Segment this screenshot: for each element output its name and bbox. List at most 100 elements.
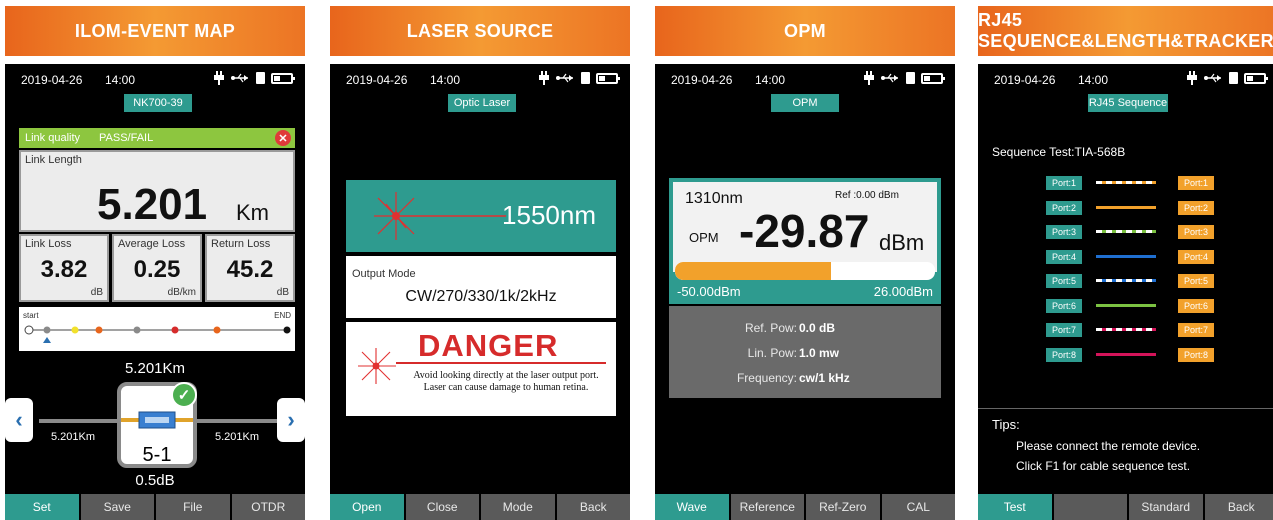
event-id: 5-1 (142, 444, 172, 466)
status-bar: 2019-04-26 14:00 (5, 64, 305, 92)
link-quality-bar: Link quality PASS/FAIL ✕ (19, 128, 295, 148)
softkey-bar: Wave Reference Ref-Zero CAL (655, 494, 955, 520)
event-marker (133, 326, 141, 334)
softkey-set[interactable]: Set (5, 494, 79, 520)
wire-2 (1096, 206, 1156, 209)
danger-message: Avoid looking directly at the laser outp… (413, 370, 599, 393)
status-date: 2019-04-26 (21, 73, 83, 87)
fiber-segment-left (39, 419, 119, 423)
softkey-back[interactable]: Back (1204, 494, 1273, 520)
output-mode-value: CW/270/330/1k/2kHz (405, 288, 557, 305)
sd-card-icon (906, 72, 915, 84)
reference-value: Ref :0.00 dBm (835, 190, 899, 201)
softkey-open[interactable]: Open (330, 494, 404, 520)
laser-wavelength-bar[interactable]: 1550nm (346, 180, 616, 252)
power-unit: dBm (879, 230, 925, 255)
softkey-close[interactable]: Close (405, 494, 479, 520)
event-marker (71, 326, 79, 334)
softkey-back[interactable]: Back (556, 494, 630, 520)
softkey-wave[interactable]: Wave (655, 494, 729, 520)
device-screen: 2019-04-26 14:00 RJ45 Sequence Sequence … (978, 64, 1273, 520)
cursor-marker-icon (43, 337, 51, 343)
softkey-mode[interactable]: Mode (481, 494, 555, 520)
near-port-8: Port:8 (1046, 348, 1082, 362)
event-map-graphic (24, 325, 291, 343)
fail-icon: ✕ (275, 130, 291, 146)
power-reading-display: 1310nm Ref :0.00 dBm OPM -29.87 dBm (673, 182, 937, 272)
event-map-strip[interactable]: start END (19, 307, 295, 351)
softkey-test[interactable]: Test (978, 494, 1052, 520)
average-loss-unit: dB/km (167, 287, 196, 298)
next-event-button[interactable]: › (277, 398, 305, 442)
softkey-reference[interactable]: Reference (730, 494, 804, 520)
far-port-6: Port:6 (1178, 299, 1214, 313)
softkey-save[interactable]: Save (80, 494, 154, 520)
range-max: 26.00dBm (873, 284, 933, 299)
device-screen: 2019-04-26 14:00 Optic Laser 1550nm Outp… (330, 64, 630, 520)
power-value: -29.87 (739, 205, 870, 257)
wire-4 (1096, 255, 1156, 258)
danger-title: DANGER (418, 328, 559, 363)
softkey-file[interactable]: File (156, 494, 230, 520)
panel-banner: RJ45 SEQUENCE&LENGTH&TRACKER (978, 6, 1273, 56)
link-quality-value: PASS/FAIL (99, 132, 154, 144)
screen-title-tag: NK700-39 (124, 94, 192, 112)
link-loss-label: Link Loss (25, 238, 72, 250)
event-marker (171, 326, 179, 334)
wire-8 (1096, 353, 1156, 356)
far-port-7: Port:7 (1178, 323, 1214, 337)
status-time: 14:00 (755, 73, 786, 87)
lin-pow-label: Lin. Pow: (747, 346, 797, 360)
event-map-panel: ILOM-EVENT MAP 2019-04-26 14:00 NK700-39… (5, 0, 305, 520)
panel-banner: LASER SOURCE (330, 6, 630, 56)
panel-banner: OPM (655, 6, 955, 56)
near-port-2: Port:2 (1046, 201, 1082, 215)
link-loss-value: 3.82 (40, 256, 88, 283)
battery-icon (1244, 72, 1268, 84)
far-port-5: Port:5 (1178, 274, 1214, 288)
output-mode-box[interactable]: Output Mode CW/270/330/1k/2kHz (346, 256, 616, 318)
output-mode-label: Output Mode (352, 268, 416, 280)
status-time: 14:00 (1078, 73, 1109, 87)
link-loss-unit: dB (90, 287, 103, 298)
return-loss-unit: dB (276, 287, 289, 298)
softkey-bar: Open Close Mode Back (330, 494, 630, 520)
sequence-test-standard: Sequence Test:TIA-568B (992, 145, 1126, 159)
status-bar: 2019-04-26 14:00 (655, 64, 955, 92)
device-screen: 2019-04-26 14:00 NK700-39 Link quality P… (5, 64, 305, 520)
near-port-5: Port:5 (1046, 274, 1082, 288)
screen-title-tag: RJ45 Sequence (1088, 94, 1168, 112)
tips-label: Tips: (992, 417, 1020, 432)
sd-card-icon (1229, 72, 1238, 84)
event-marker (43, 326, 51, 334)
status-time: 14:00 (430, 73, 461, 87)
left-distance: 5.201Km (51, 431, 96, 443)
event-marker (95, 326, 103, 334)
opm-panel: OPM 2019-04-26 14:00 OPM 1310nm Ref :0.0… (655, 0, 955, 520)
softkey-empty[interactable] (1053, 494, 1127, 520)
usb-icon (556, 73, 573, 83)
battery-icon (596, 72, 620, 84)
prev-event-button[interactable]: ‹ (5, 398, 33, 442)
frequency-value: cw/1 kHz (799, 371, 850, 385)
softkey-ref-zero[interactable]: Ref-Zero (806, 494, 880, 520)
softkey-otdr[interactable]: OTDR (231, 494, 305, 520)
near-port-6: Port:6 (1046, 299, 1082, 313)
link-length-card: Link Length 5.201 Km (19, 150, 295, 232)
far-port-4: Port:4 (1178, 250, 1214, 264)
far-port-8: Port:8 (1178, 348, 1214, 362)
event-marker (213, 326, 221, 334)
status-time: 14:00 (105, 73, 136, 87)
usb-icon (881, 73, 898, 83)
softkey-bar: Set Save File OTDR (5, 494, 305, 520)
link-length-value: 5.201 (97, 180, 208, 229)
tip-press-f1: Click F1 for cable sequence test. (1016, 459, 1191, 473)
link-length-label: Link Length (25, 154, 82, 166)
softkey-cal[interactable]: CAL (881, 494, 955, 520)
power-reading-box: 1310nm Ref :0.00 dBm OPM -29.87 dBm -50.… (669, 178, 941, 304)
softkey-standard[interactable]: Standard (1129, 494, 1203, 520)
power-level-fill (675, 262, 831, 280)
link-quality-label: Link quality (25, 132, 81, 144)
fiber-segment-right (195, 419, 277, 423)
screen-title-tag: OPM (771, 94, 839, 112)
